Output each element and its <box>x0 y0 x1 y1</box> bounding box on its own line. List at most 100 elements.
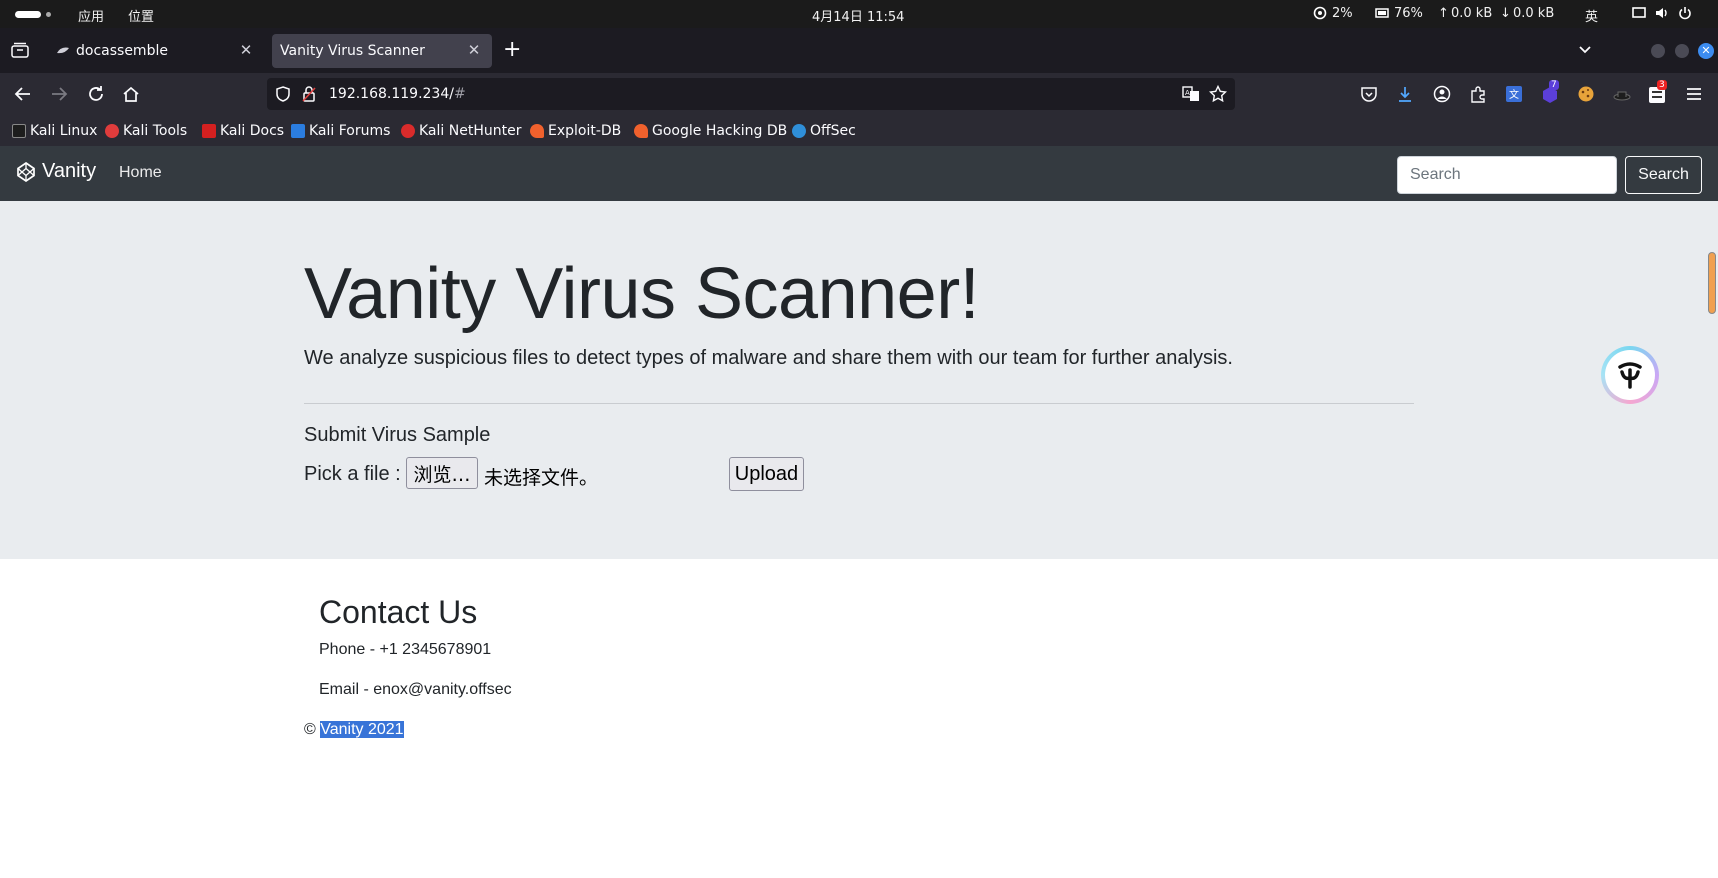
copyright-text-selected: Vanity 2021 <box>320 721 404 738</box>
tracking-shield-icon[interactable] <box>275 86 291 102</box>
back-button[interactable] <box>11 82 35 106</box>
bookmark-label: OffSec <box>810 123 856 139</box>
brand-name: Vanity <box>42 160 97 182</box>
extension-badge: 7 <box>1549 80 1559 90</box>
input-method-indicator[interactable]: 英 <box>1585 6 1598 25</box>
address-bar[interactable]: 192.168.119.234/# A <box>267 78 1235 110</box>
assistant-logo-icon <box>1618 362 1642 389</box>
no-file-selected-text: 未选择文件。 <box>484 467 599 489</box>
insecure-lock-icon[interactable] <box>302 86 316 102</box>
extension-badge: 3 <box>1657 80 1667 90</box>
bookmark-label: Kali Forums <box>309 123 391 139</box>
cpu-usage: 2% <box>1332 6 1353 21</box>
contact-email: Email - enox@vanity.offsec <box>319 681 512 698</box>
cookie-extension-icon[interactable] <box>1577 85 1595 103</box>
close-tab-icon[interactable]: ✕ <box>236 40 256 60</box>
nethunter-icon <box>401 124 415 138</box>
extension-badge-button[interactable]: 3 <box>1648 80 1670 105</box>
net-download: 0.0 kB <box>1513 6 1555 21</box>
nav-home-link[interactable]: Home <box>119 164 162 182</box>
os-top-bar: 应用 位置 4月14日 11:54 2% 76% ↑ 0.0 kB ↓ 0.0 … <box>0 0 1718 28</box>
apps-menu[interactable]: 应用 <box>78 6 104 25</box>
close-window-icon[interactable]: ✕ <box>1698 43 1714 59</box>
brand-link[interactable]: Vanity <box>16 160 96 183</box>
hero-lead: We analyze suspicious files to detect ty… <box>304 347 1233 369</box>
translate-icon[interactable]: A <box>1182 86 1200 102</box>
offsec-icon <box>792 124 806 138</box>
codepen-logo-icon <box>17 161 35 182</box>
forward-button[interactable] <box>47 82 71 106</box>
memory-icon <box>1375 8 1389 18</box>
home-button[interactable] <box>119 82 143 106</box>
site-navbar: Vanity Home Search <box>0 146 1718 201</box>
tab-vanity-virus-scanner[interactable]: Vanity Virus Scanner ✕ <box>272 34 492 68</box>
new-tab-icon[interactable]: + <box>503 37 521 62</box>
contact-heading: Contact Us <box>319 594 478 630</box>
divider <box>304 403 1414 404</box>
volume-icon[interactable] <box>1655 6 1669 20</box>
tab-label: Vanity Virus Scanner <box>280 43 425 59</box>
bookmark-label: Kali Tools <box>123 123 188 139</box>
account-icon[interactable] <box>1433 85 1451 103</box>
upload-arrow-icon: ↑ <box>1438 6 1449 21</box>
power-icon[interactable] <box>1678 6 1692 20</box>
bookmark-label: Kali Linux <box>30 123 98 139</box>
downloads-icon[interactable] <box>1396 85 1414 103</box>
browse-file-button[interactable]: 浏览… <box>406 457 478 489</box>
bookmark-label: Kali NetHunter <box>419 123 522 139</box>
bookmarks-toolbar: Kali Linux Kali Tools Kali Docs Kali For… <box>0 115 1718 146</box>
reload-icon <box>89 86 103 101</box>
bookmark-label: Kali Docs <box>220 123 285 139</box>
bookmark-star-icon[interactable] <box>1209 85 1227 103</box>
bookmark-kali-nethunter[interactable]: Kali NetHunter <box>401 121 521 141</box>
upload-button[interactable]: Upload <box>729 457 804 491</box>
tab-label: docassemble <box>76 43 168 59</box>
footer-copyright: © Vanity 2021 <box>304 721 404 739</box>
bookmark-kali-forums[interactable]: Kali Forums <box>291 121 390 141</box>
activities-indicator[interactable] <box>15 11 41 18</box>
workspace-dot <box>46 12 51 17</box>
tab-overview-icon[interactable] <box>11 42 29 58</box>
page-scrollbar-thumb[interactable] <box>1708 252 1716 314</box>
bookmark-exploit-db[interactable]: Exploit-DB <box>530 121 621 141</box>
reload-button[interactable] <box>84 82 108 106</box>
exploitdb-icon <box>530 124 544 138</box>
bookmark-kali-linux[interactable]: Kali Linux <box>12 121 97 141</box>
hat-extension-icon[interactable] <box>1613 85 1631 103</box>
places-menu[interactable]: 位置 <box>128 6 154 25</box>
contact-phone: Phone - +1 2345678901 <box>319 641 492 658</box>
cpu-icon <box>1313 6 1327 20</box>
clock[interactable]: 4月14日 11:54 <box>812 6 904 25</box>
kali-tools-icon <box>105 124 119 138</box>
bookmark-kali-tools[interactable]: Kali Tools <box>105 121 187 141</box>
memory-usage: 76% <box>1394 6 1423 21</box>
bookmark-label: Google Hacking DB <box>652 123 788 139</box>
bookmark-offsec[interactable]: OffSec <box>792 121 856 141</box>
copyright-symbol: © <box>304 721 316 738</box>
translate-extension-icon[interactable]: 文 <box>1505 85 1523 103</box>
maximize-window-icon[interactable] <box>1675 44 1689 58</box>
extension-hexagon-button[interactable]: 7 <box>1540 80 1562 105</box>
screen-icon[interactable] <box>1632 6 1646 20</box>
extensions-puzzle-icon[interactable] <box>1469 85 1487 103</box>
search-input[interactable] <box>1397 156 1617 194</box>
assistant-floating-button[interactable] <box>1601 346 1659 404</box>
close-tab-icon[interactable]: ✕ <box>464 40 484 60</box>
bookmark-kali-docs[interactable]: Kali Docs <box>202 121 284 141</box>
pocket-icon[interactable] <box>1360 85 1378 103</box>
svg-text:文: 文 <box>1509 88 1519 101</box>
list-tabs-chevron-down-icon[interactable] <box>1577 41 1593 57</box>
minimize-window-icon[interactable] <box>1651 44 1665 58</box>
svg-text:A: A <box>1185 89 1190 97</box>
hamburger-menu-icon[interactable] <box>1685 85 1703 103</box>
submit-sample-heading: Submit Virus Sample <box>304 424 491 446</box>
search-button[interactable]: Search <box>1625 156 1702 194</box>
url-text[interactable]: 192.168.119.234/# <box>329 86 466 102</box>
forward-arrow-icon <box>52 87 68 101</box>
kali-docs-icon <box>202 124 216 138</box>
home-icon <box>123 86 139 102</box>
kali-icon <box>12 124 26 138</box>
tab-docassemble[interactable]: docassemble ✕ <box>44 34 264 68</box>
bookmark-google-hacking-db[interactable]: Google Hacking DB <box>634 121 787 141</box>
bookmark-label: Exploit-DB <box>548 123 622 139</box>
